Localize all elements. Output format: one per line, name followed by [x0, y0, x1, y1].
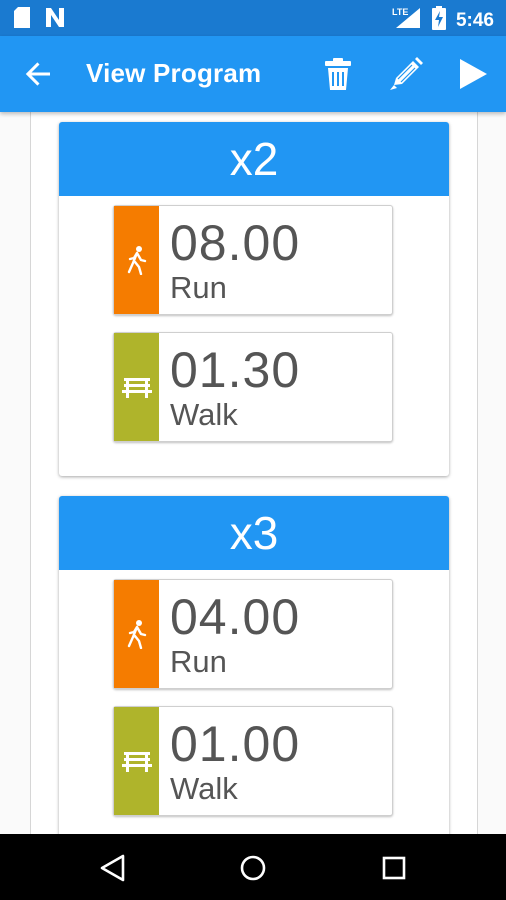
app-bar: View Program [0, 36, 506, 112]
trash-icon [325, 58, 351, 90]
recents-square-icon [382, 856, 406, 880]
home-button[interactable] [233, 848, 273, 888]
edit-button[interactable] [386, 54, 426, 94]
step-label: Walk [170, 771, 238, 806]
program-content[interactable]: x2 08.00 Run 01.30 Walk x3 04.00 Run 01.… [0, 112, 506, 834]
delete-button[interactable] [318, 54, 358, 94]
nav-back-icon [100, 854, 125, 882]
bench-icon [121, 378, 152, 398]
step-label: Run [170, 644, 227, 679]
network-label: LTE [392, 7, 408, 17]
status-left [14, 7, 66, 33]
step-time: 04.00 [170, 589, 301, 645]
step-run[interactable]: 04.00 Run [113, 579, 393, 689]
status-bar: LTE 5:46 [0, 0, 506, 36]
play-button[interactable] [452, 54, 492, 94]
step-time: 01.00 [170, 716, 301, 772]
step-time: 08.00 [170, 215, 301, 271]
walk-stripe [114, 707, 159, 815]
step-time: 01.30 [170, 342, 301, 398]
step-label: Run [170, 270, 227, 305]
walk-stripe [114, 333, 159, 441]
notification-n-icon [44, 7, 66, 33]
pencil-icon [390, 57, 423, 90]
home-circle-icon [240, 855, 266, 881]
arrow-back-icon [25, 62, 50, 86]
interval-card: x3 04.00 Run 01.00 Walk [59, 496, 449, 834]
sd-card-icon [14, 7, 30, 33]
signal-icon: LTE [392, 6, 422, 35]
status-right: LTE 5:46 [392, 6, 494, 35]
battery-charging-icon [431, 6, 446, 35]
interval-card: x2 08.00 Run 01.30 Walk [59, 122, 449, 476]
nav-back-button[interactable] [93, 848, 133, 888]
recents-button[interactable] [374, 848, 414, 888]
running-person-icon [127, 620, 146, 649]
status-time: 5:46 [455, 9, 494, 31]
interval-repeat: x2 [59, 122, 449, 196]
running-person-icon [127, 246, 146, 275]
step-walk[interactable]: 01.30 Walk [113, 332, 393, 442]
navigation-bar [0, 834, 506, 900]
play-icon [460, 59, 487, 89]
back-button[interactable] [20, 56, 56, 92]
step-walk[interactable]: 01.00 Walk [113, 706, 393, 816]
page-title: View Program [86, 58, 262, 88]
step-label: Walk [170, 397, 238, 432]
bench-icon [121, 752, 152, 772]
step-run[interactable]: 08.00 Run [113, 205, 393, 315]
interval-repeat: x3 [59, 496, 449, 570]
run-stripe [114, 580, 159, 688]
screen: LTE 5:46 View Program x2 08.00 Run 01.30… [0, 0, 506, 900]
run-stripe [114, 206, 159, 314]
